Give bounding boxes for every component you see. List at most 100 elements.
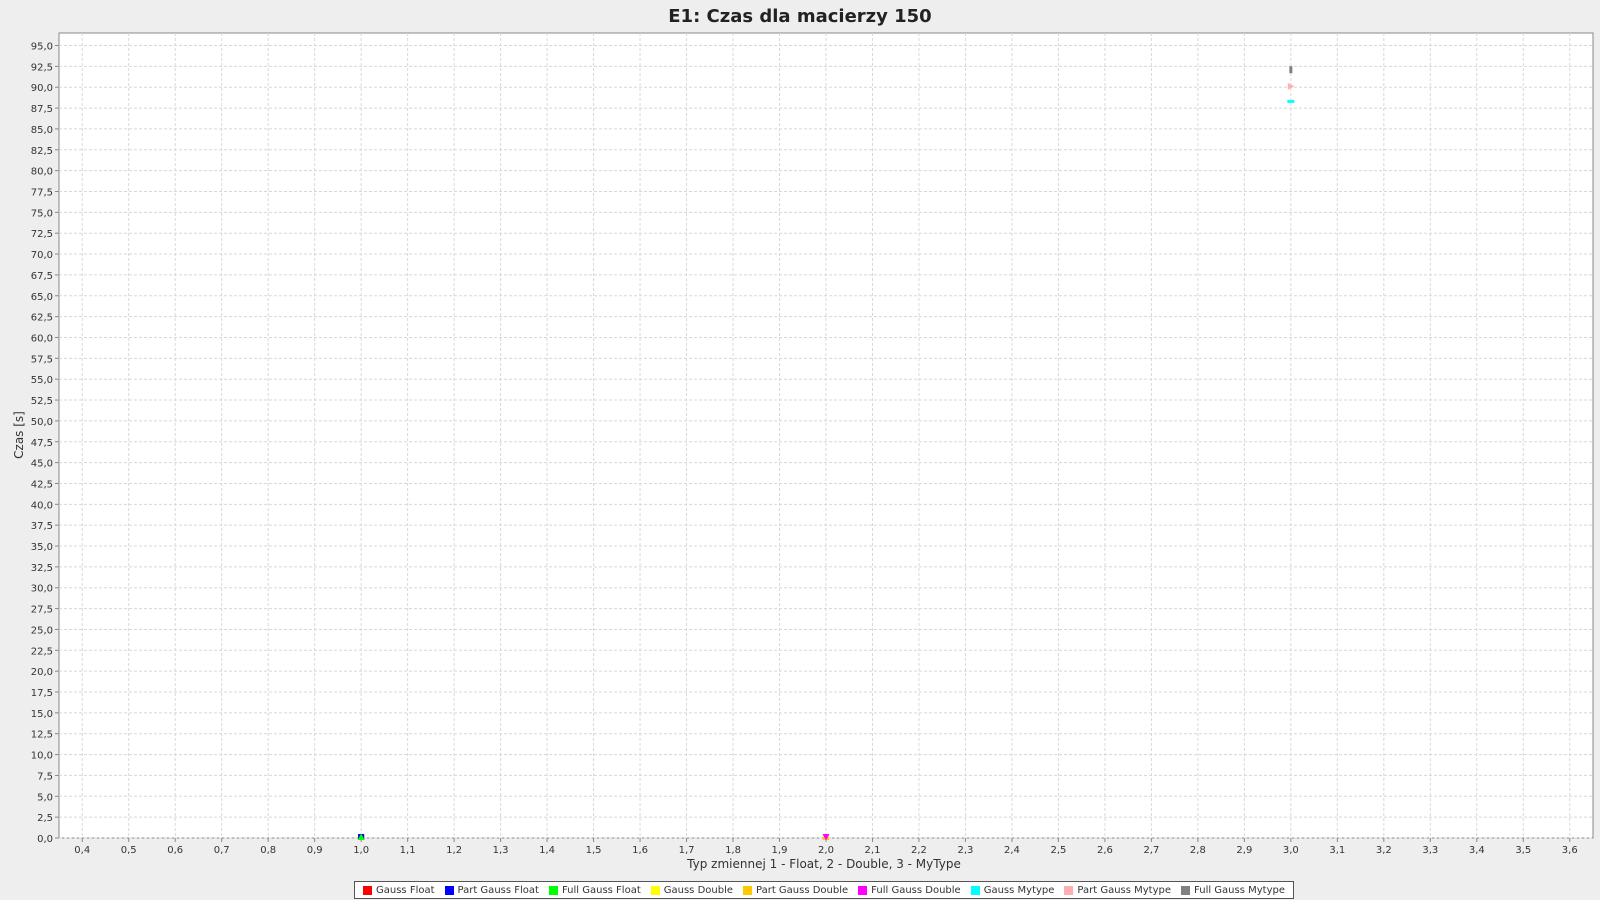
legend-swatch: [548, 885, 558, 895]
y-tick-label: 95,0: [31, 42, 53, 53]
chart-root: E1: Czas dla macierzy 150 0,0 2,5 5,0 7,5 10…: [0, 0, 1600, 900]
y-tick-label: 35,0: [31, 542, 53, 553]
y-tick-label: 82,5: [31, 146, 53, 157]
legend-item-gauss-float: Gauss Float: [363, 885, 435, 896]
legend-item-gauss-double: Gauss Double: [650, 884, 733, 896]
legend-swatch: [650, 885, 660, 895]
y-tick-label: 70,0: [31, 250, 53, 261]
y-tick-label: 55,0: [31, 375, 53, 386]
legend-item-gauss-mytype: Gauss Mytype: [970, 885, 1054, 896]
x-tick-label: 0,5: [121, 845, 137, 856]
y-tick-label: 15,0: [31, 709, 53, 720]
y-tick-label: 87,5: [31, 104, 53, 115]
legend-label: Part Gauss Mytype: [1077, 884, 1172, 896]
legend: Gauss Float Part Gauss Float Full Gauss Fl…: [354, 881, 1295, 899]
x-tick-label: 0,4: [74, 845, 90, 856]
y-tick-label: 65,0: [31, 292, 53, 303]
y-tick-label: 27,5: [31, 605, 53, 616]
legend-label: Part Gauss Double: [756, 884, 849, 896]
legend-swatch: [970, 885, 980, 895]
chart-title: E1: Czas dla macierzy 150: [668, 6, 931, 27]
y-tick-label: 5,0: [37, 792, 53, 803]
x-tick-label: 1,7: [679, 845, 695, 856]
chart-canvas: E1: Czas dla macierzy 150 0,0 2,5 5,0 7,5 10…: [12, 6, 1594, 871]
x-tick-label: 0,8: [260, 845, 276, 856]
legend-swatch: [858, 885, 868, 895]
legend-swatch: [743, 885, 752, 895]
point-full-gauss-mytype: [1289, 66, 1293, 74]
x-tick-label: 1,6: [632, 845, 648, 856]
x-tick-label: 3,0: [1283, 845, 1299, 856]
y-tick-label: 25,0: [31, 625, 53, 636]
x-tick-label: 3,5: [1515, 845, 1531, 856]
x-tick-label: 2,1: [865, 845, 881, 856]
y-tick-label: 12,5: [31, 730, 53, 741]
y-tick-label: 72,5: [31, 229, 53, 240]
y-tick-label: 50,0: [31, 417, 53, 428]
legend-label: Full Gauss Float: [561, 884, 641, 896]
x-tick-label: 2,5: [1050, 845, 1066, 856]
x-tick-label: 3,2: [1376, 845, 1392, 856]
legend-label: Full Gauss Mytype: [1194, 884, 1286, 896]
y-tick-label: 45,0: [31, 459, 53, 470]
point-gauss-mytype: [1287, 99, 1295, 103]
x-tick-label: 0,6: [167, 845, 183, 856]
y-tick-label: 22,5: [31, 646, 53, 657]
legend-swatch: [1064, 885, 1074, 895]
x-tick-label: 1,3: [493, 845, 509, 856]
x-tick-label: 2,2: [911, 845, 927, 856]
y-tick-label: 0,0: [37, 834, 53, 845]
x-tick-label: 1,1: [400, 845, 416, 856]
legend-label: Part Gauss Float: [457, 884, 539, 896]
y-tick-label: 30,0: [31, 584, 53, 595]
y-tick-label: 32,5: [31, 563, 53, 574]
x-tick-label: 0,9: [307, 845, 323, 856]
legend-swatch: [444, 885, 454, 895]
y-tick-label: 52,5: [31, 396, 53, 407]
y-tick-label: 60,0: [31, 333, 53, 344]
x-tick-label: 2,0: [818, 845, 834, 856]
legend-swatch: [363, 885, 372, 895]
y-tick-label: 17,5: [31, 688, 53, 699]
legend-item-full-gauss-double: Full Gauss Double: [858, 885, 961, 896]
x-tick-label: 2,7: [1143, 845, 1159, 856]
x-tick-label: 3,1: [1329, 845, 1345, 856]
legend-item-part-gauss-double: Part Gauss Double: [743, 885, 848, 896]
x-axis: 0,4 0,5 0,6 0,7 0,8 0,9 1,0 1,1 1,2 1,3 1,4 1,5 1,6 1…: [74, 838, 1578, 856]
y-tick-label: 10,0: [31, 751, 53, 762]
x-tick-label: 2,8: [1190, 845, 1206, 856]
y-tick-label: 47,5: [31, 438, 53, 449]
x-tick-label: 2,6: [1097, 845, 1113, 856]
y-tick-label: 67,5: [31, 271, 53, 282]
legend-swatch: [1181, 885, 1191, 895]
x-tick-label: 2,9: [1236, 845, 1252, 856]
x-tick-label: 0,7: [214, 845, 230, 856]
y-axis: 0,0 2,5 5,0 7,5 10,0 12,5 15,0 17,5 20,0 22,5 25,0…: [31, 42, 59, 845]
x-tick-label: 1,2: [446, 845, 462, 856]
x-tick-label: 1,5: [586, 845, 602, 856]
y-tick-label: 2,5: [37, 813, 53, 824]
x-tick-label: 2,3: [958, 845, 974, 856]
legend-label: Gauss Float: [376, 884, 435, 896]
y-axis-label: Czas [s]: [12, 411, 26, 459]
x-tick-label: 1,4: [539, 845, 555, 856]
y-tick-label: 85,0: [31, 125, 53, 136]
legend-label: Gauss Double: [663, 884, 733, 896]
y-tick-label: 92,5: [31, 62, 53, 73]
x-tick-label: 3,3: [1422, 845, 1438, 856]
y-tick-label: 37,5: [31, 521, 53, 532]
y-tick-label: 57,5: [31, 354, 53, 365]
y-tick-label: 42,5: [31, 479, 53, 490]
y-tick-label: 77,5: [31, 187, 53, 198]
y-tick-label: 20,0: [31, 667, 53, 678]
legend-item-part-gauss-float: Part Gauss Float: [444, 884, 539, 896]
legend-item-part-gauss-mytype: Part Gauss Mytype: [1064, 885, 1171, 896]
x-tick-label: 1,0: [353, 845, 369, 856]
x-tick-label: 2,4: [1004, 845, 1020, 856]
legend-item-full-gauss-float: Full Gauss Float: [548, 884, 641, 896]
y-tick-label: 75,0: [31, 208, 53, 219]
y-tick-label: 80,0: [31, 167, 53, 178]
x-tick-label: 1,8: [725, 845, 741, 856]
y-tick-label: 7,5: [37, 771, 53, 782]
y-tick-label: 62,5: [31, 313, 53, 324]
